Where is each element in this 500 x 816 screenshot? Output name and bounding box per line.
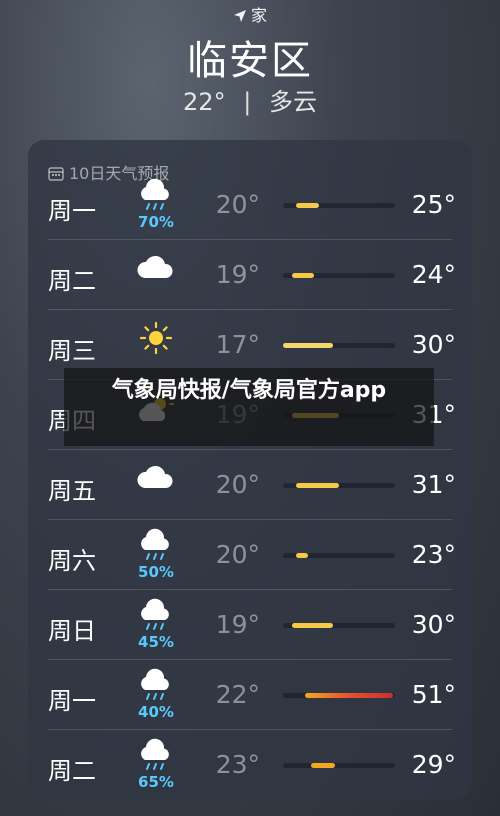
high-temp: 23° <box>411 540 456 569</box>
day-label: 周五 <box>48 477 96 505</box>
location-arrow-icon <box>233 10 246 22</box>
cloud-icon <box>133 458 179 498</box>
caption-overlay: 气象局快报/气象局官方app <box>64 368 434 446</box>
temp-range-track <box>283 343 395 348</box>
precip-chance: 70% <box>138 213 174 231</box>
low-temp: 20° <box>215 470 260 499</box>
rain-cloud-icon <box>133 738 179 778</box>
forecast-row[interactable]: 周一 40% 22° 51° <box>28 660 472 730</box>
rain-cloud-icon <box>133 668 179 708</box>
caption-text: 气象局快报/气象局官方app <box>111 378 387 403</box>
low-temp: 17° <box>215 330 260 359</box>
cloud-icon <box>133 248 179 288</box>
divider: | <box>243 88 252 116</box>
forecast-row[interactable]: 周二 65% 23° 29° <box>28 730 472 800</box>
day-label: 周三 <box>48 337 96 365</box>
temp-range-track <box>283 273 395 278</box>
high-temp: 30° <box>411 330 456 359</box>
day-label: 周一 <box>48 687 96 715</box>
temp-range-bar <box>296 203 319 208</box>
day-label: 周日 <box>48 617 96 645</box>
day-label: 周二 <box>48 267 96 295</box>
high-temp: 31° <box>411 470 456 499</box>
low-temp: 20° <box>215 540 260 569</box>
rain-cloud-icon <box>133 598 179 638</box>
low-temp: 23° <box>215 750 260 779</box>
low-temp: 20° <box>215 190 260 219</box>
city-name: 临安区 <box>187 38 313 84</box>
precip-chance: 45% <box>138 633 174 651</box>
day-label: 周一 <box>48 197 96 225</box>
precip-chance: 50% <box>138 563 174 581</box>
high-temp: 51° <box>411 680 456 709</box>
high-temp: 30° <box>411 610 456 639</box>
temp-range-bar <box>291 623 334 628</box>
rain-cloud-icon <box>133 528 179 568</box>
low-temp: 19° <box>215 260 260 289</box>
temp-range-track <box>283 623 395 628</box>
forecast-row[interactable]: 周五 20° 31° <box>28 450 472 520</box>
temp-range-track <box>283 483 395 488</box>
temp-range-track <box>283 763 395 768</box>
temp-range-bar <box>296 483 339 488</box>
current-condition: 多云 <box>268 88 317 116</box>
current-temp: 22° <box>183 88 226 116</box>
temp-range-bar <box>296 553 308 558</box>
temp-range-bar <box>311 763 335 768</box>
low-temp: 22° <box>215 680 260 709</box>
high-temp: 25° <box>411 190 456 219</box>
current-conditions: 22° | 多云 <box>0 82 500 117</box>
forecast-row[interactable]: 周一 70% 20° 25° <box>28 170 472 240</box>
low-temp: 19° <box>215 610 260 639</box>
temp-range-bar <box>283 343 334 348</box>
high-temp: 24° <box>411 260 456 289</box>
temp-range-track <box>283 553 395 558</box>
temp-range-bar <box>291 273 315 278</box>
temp-range-bar <box>305 693 393 698</box>
ten-day-forecast-card[interactable]: 10日天气预报 周一70%20°25°周二19°24°周三17°30°周四19°… <box>28 140 472 800</box>
day-label: 周二 <box>48 757 96 785</box>
forecast-row[interactable]: 周二 19° 24° <box>28 240 472 310</box>
high-temp: 29° <box>411 750 456 779</box>
temp-range-track <box>283 203 395 208</box>
forecast-row[interactable]: 周六 50% 20° 23° <box>28 520 472 590</box>
forecast-row[interactable]: 周日 45% 19° 30° <box>28 590 472 660</box>
day-label: 周六 <box>48 547 96 575</box>
precip-chance: 40% <box>138 703 174 721</box>
precip-chance: 65% <box>138 773 174 791</box>
rain-cloud-icon <box>133 178 179 218</box>
sun-icon <box>133 318 179 358</box>
location-label: 家 <box>250 6 267 25</box>
temp-range-track <box>283 693 395 698</box>
location-row: 家 <box>0 2 500 26</box>
